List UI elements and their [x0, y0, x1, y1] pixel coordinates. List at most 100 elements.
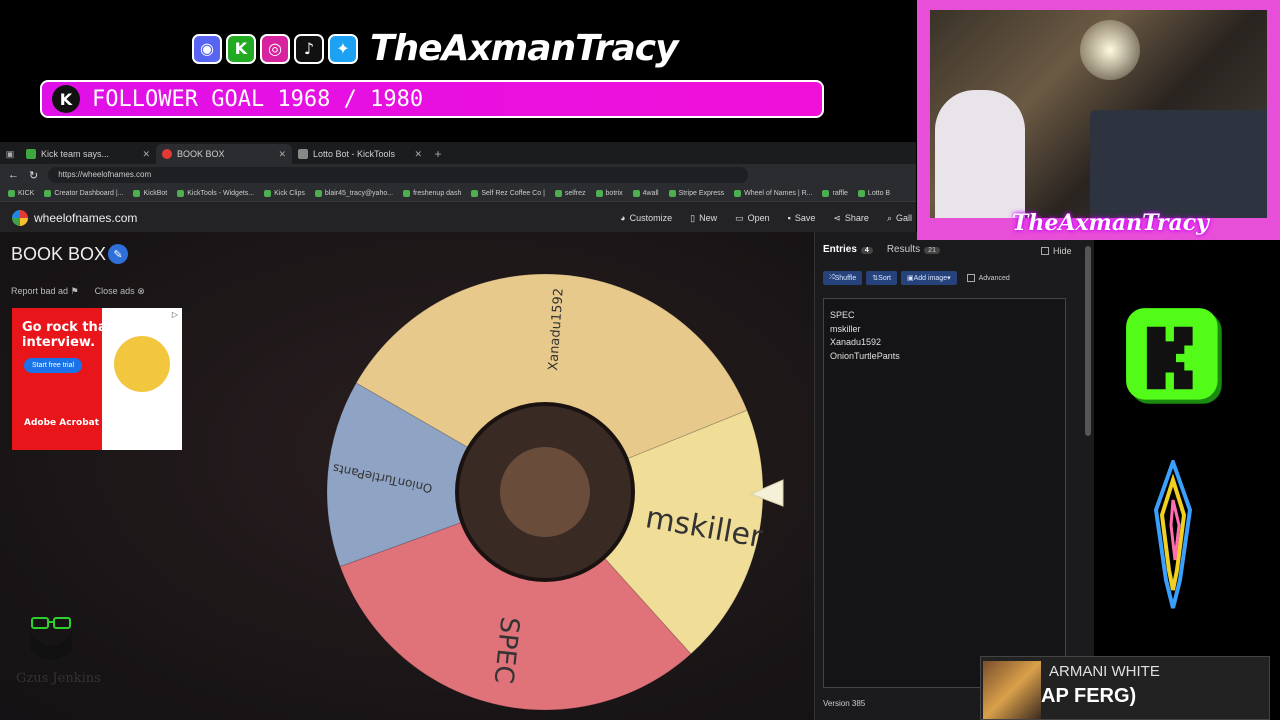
- wheel-icon: [162, 149, 172, 159]
- bed: [1090, 110, 1267, 218]
- bookmark-item[interactable]: selfrez: [554, 190, 586, 197]
- customize-button[interactable]: ◕ Customize: [620, 213, 672, 224]
- ad-choices-icon[interactable]: ▷: [170, 310, 180, 320]
- bookmark-label: freshenup dash: [413, 190, 462, 197]
- webcam-frame: [917, 0, 1280, 240]
- now-playing-widget: ARMANI WHITE AP FERG): [980, 656, 1270, 720]
- bookmark-item[interactable]: KickTools - Widgets...: [177, 190, 254, 197]
- bookmark-item[interactable]: freshenup dash: [403, 190, 461, 197]
- url-input[interactable]: https://wheelofnames.com: [48, 167, 749, 183]
- hide-toggle[interactable]: Hide: [1041, 246, 1072, 256]
- bookmark-icon: [471, 190, 479, 197]
- reload-icon[interactable]: ↻: [29, 169, 38, 182]
- save-icon: ▪: [787, 213, 791, 223]
- ad-image: [102, 308, 182, 450]
- report-ad-link[interactable]: Report bad ad ⚑: [11, 286, 79, 297]
- name-wheel[interactable]: Xanadu1592mskillerSPECOnionTurtlePants: [300, 252, 800, 712]
- wheel-page: BOOK BOX ✎ Report bad ad ⚑ Close ads ⊗ G…: [0, 232, 916, 720]
- bookmark-item[interactable]: KickBot: [133, 190, 167, 197]
- new-button[interactable]: ▯ New: [690, 213, 717, 224]
- close-tab-icon[interactable]: ✕: [142, 149, 150, 160]
- share-icon: ⋖: [833, 212, 841, 223]
- entries-count-badge: 4: [860, 247, 873, 254]
- bookmark-item[interactable]: botrix: [595, 190, 623, 197]
- site-name[interactable]: wheelofnames.com: [34, 211, 137, 225]
- entries-sidebar: Entries 4 Results 21 Hide ⤮ Shuffle ⇅ Sort…: [814, 232, 1094, 720]
- bookmark-item[interactable]: raffle: [822, 190, 848, 197]
- now-playing-track: AP FERG): [1041, 685, 1137, 707]
- wheel-title: BOOK BOX: [11, 244, 107, 264]
- wheel-logo-icon[interactable]: [12, 210, 28, 226]
- bookmark-icon: [554, 190, 562, 197]
- new-tab-icon[interactable]: +: [428, 144, 448, 164]
- scrollbar[interactable]: [1085, 246, 1091, 436]
- bookmark-item[interactable]: Creator Dashboard |...: [44, 190, 123, 197]
- bookmark-label: Creator Dashboard |...: [54, 190, 124, 197]
- palette-icon: ◕: [620, 213, 626, 223]
- bookmark-item[interactable]: Self Rez Coffee Co |: [471, 190, 545, 197]
- flag-icon: ⚑: [70, 286, 79, 296]
- follower-goal-text: FOLLOWER GOAL 1968 / 1980: [92, 86, 424, 112]
- checkbox-icon: [1041, 247, 1049, 255]
- tab-entries[interactable]: Entries 4: [823, 244, 873, 255]
- entry-line: mskiller: [830, 323, 861, 334]
- edit-title-button[interactable]: ✎: [108, 244, 128, 264]
- instagram-icon: ◎: [260, 33, 290, 64]
- close-tab-icon[interactable]: ✕: [414, 149, 422, 160]
- bookmark-icon: [822, 190, 830, 197]
- open-button[interactable]: ▭ Open: [735, 213, 770, 224]
- entry-line: Xanadu1592: [830, 337, 882, 347]
- ad-cta-button[interactable]: Start free trial: [24, 358, 83, 373]
- advertisement[interactable]: Go rock that interview. Start free trial…: [12, 308, 182, 450]
- bookmark-icon: [314, 190, 322, 197]
- bookmark-label: botrix: [605, 190, 623, 197]
- search-icon: ⌕: [886, 212, 892, 223]
- bookmark-label: raffle: [832, 190, 848, 197]
- add-image-button[interactable]: ▣ Add image ▾: [901, 271, 957, 285]
- bookmark-item[interactable]: blair45_tracy@yaho...: [314, 190, 394, 197]
- bookmark-item[interactable]: Kick Clips: [264, 190, 305, 197]
- gallery-button[interactable]: ⌕ Gall: [887, 213, 912, 224]
- tab-kick-team[interactable]: Kick team says... ✕: [20, 144, 156, 164]
- tab-list-icon[interactable]: ▣: [0, 144, 20, 164]
- bookmark-item[interactable]: KICK: [8, 190, 34, 197]
- kick-icon: K: [226, 33, 256, 64]
- sort-label: Sort: [878, 274, 891, 282]
- streamer: [935, 90, 1025, 218]
- bookmark-item[interactable]: Lotto B: [857, 190, 890, 197]
- bookmark-icon: [734, 190, 742, 197]
- tab-lotto-bot[interactable]: Lotto Bot - KickTools ✕: [292, 144, 428, 164]
- advanced-toggle[interactable]: Advanced: [966, 274, 1010, 282]
- shuffle-button[interactable]: ⤮ Shuffle: [823, 271, 863, 285]
- close-tab-icon[interactable]: ✕: [278, 149, 286, 160]
- bookmark-label: blair45_tracy@yaho...: [324, 190, 394, 197]
- discord-icon: ◉: [192, 33, 222, 64]
- bookmark-item[interactable]: Stripe Express: [668, 190, 724, 197]
- new-file-icon: ▯: [690, 212, 696, 223]
- results-count-badge: 21: [924, 247, 940, 254]
- bookmark-label: Kick Clips: [274, 190, 305, 197]
- bookmark-label: KICK: [18, 190, 35, 197]
- entries-textarea[interactable]: SPEC mskiller Xanadu1592 OnionTurtlePant…: [823, 298, 1066, 688]
- bookmark-item[interactable]: Wheel of Names | R...: [734, 190, 812, 197]
- ad-portrait: [114, 336, 170, 392]
- back-icon[interactable]: ←: [8, 169, 19, 181]
- report-ad-label: Report bad ad: [11, 286, 69, 296]
- tab-results[interactable]: Results 21: [887, 244, 940, 255]
- bookmark-icon: [44, 190, 52, 197]
- tab-book-box[interactable]: BOOK BOX ✕: [156, 144, 292, 164]
- save-button[interactable]: ▪ Save: [788, 213, 816, 224]
- menu-label: Customize: [629, 213, 673, 223]
- lamp-light: [1080, 20, 1140, 80]
- social-handle-bar: ◉ K ◎ ♪ ✦ TheAxmanTracy: [192, 28, 679, 69]
- bookmark-icon: [177, 190, 185, 197]
- entries-toolbar: ⤮ Shuffle ⇅ Sort ▣ Add image ▾ Advanced: [823, 271, 1010, 285]
- share-button[interactable]: ⋖ Share: [833, 213, 869, 224]
- hide-label: Hide: [1053, 246, 1072, 256]
- close-ads-label: Close ads: [94, 286, 135, 296]
- sort-button[interactable]: ⇅ Sort: [866, 271, 897, 285]
- close-ads-link[interactable]: Close ads ⊗: [95, 286, 145, 297]
- album-art: [983, 661, 1041, 719]
- bookmark-item[interactable]: 4wall: [632, 190, 659, 197]
- watermark-text: Gzus Jenkins: [16, 671, 101, 686]
